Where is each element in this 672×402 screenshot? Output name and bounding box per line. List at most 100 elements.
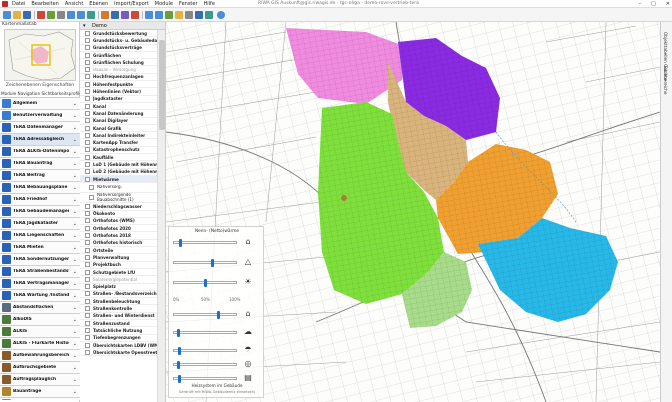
transparency-slider[interactable]	[173, 347, 237, 355]
layer-item[interactable]: Kanal	[80, 103, 158, 111]
chevron-down-icon[interactable]: ⌄	[73, 329, 77, 335]
layer-item[interactable]: Straßen- und Winterdienst	[80, 313, 158, 320]
layer-item[interactable]: Grundstücksbewertung	[80, 30, 158, 38]
layer-item[interactable]: Höhenfestpunkte	[80, 81, 158, 89]
zoom-extent-icon[interactable]	[87, 11, 95, 19]
slider-thumb[interactable]	[178, 375, 182, 383]
transparency-slider[interactable]	[173, 239, 237, 247]
module-item[interactable]: Bauantragverwaltung⌄	[0, 398, 80, 400]
layer-checkbox[interactable]	[85, 225, 90, 231]
layer-checkbox[interactable]	[85, 176, 90, 182]
save-icon[interactable]	[23, 11, 31, 19]
chevron-down-icon[interactable]: ⌄	[73, 113, 77, 119]
chevron-down-icon[interactable]: ⌄	[73, 269, 77, 275]
tab-suchbereiche[interactable]: Suchbereiche	[663, 66, 668, 94]
layer-checkbox[interactable]	[85, 132, 90, 138]
layers-icon[interactable]	[165, 11, 173, 19]
layer-item[interactable]: Kanal Datenänderung	[80, 110, 158, 118]
layer-item[interactable]: Orthofotos 2018	[80, 232, 158, 240]
layer-scrollbar-thumb[interactable]	[159, 40, 165, 130]
layer-item[interactable]: Straßenzustand	[80, 320, 158, 328]
chevron-down-icon[interactable]: ⌄	[73, 197, 77, 203]
layer-item[interactable]: Spielplatz	[80, 284, 158, 291]
settings-icon[interactable]	[185, 11, 193, 19]
module-item[interactable]: Aufbruchsgebiete ⌄	[0, 362, 80, 374]
module-item[interactable]: TERA Sondernutzungen ⌄	[0, 254, 80, 266]
export-icon[interactable]	[205, 11, 213, 19]
layer-checkbox[interactable]	[85, 240, 90, 246]
layer-checkbox[interactable]	[89, 195, 94, 201]
minimize-button[interactable]: –	[639, 0, 642, 8]
layer-checkbox[interactable]	[85, 147, 90, 153]
module-item[interactable]: TERA Mieten ⌄	[0, 242, 80, 254]
menu-datei[interactable]: Datei	[12, 1, 25, 8]
chevron-down-icon[interactable]: ⌄	[73, 185, 77, 191]
measure-icon[interactable]	[101, 11, 109, 19]
layer-checkbox[interactable]	[85, 335, 90, 341]
layer-checkbox[interactable]	[85, 262, 90, 268]
layer-item[interactable]: Hochfrequenzanlagen	[80, 74, 158, 82]
layer-item[interactable]: Nahversorgende Bauabschnitte (1)	[80, 193, 158, 204]
chevron-down-icon[interactable]: ⌄	[73, 173, 77, 179]
chevron-down-icon[interactable]: ⌄	[73, 161, 77, 167]
layer-checkbox[interactable]	[85, 349, 90, 355]
module-item[interactable]: ALKIS ⌄	[0, 326, 80, 338]
layer-item[interactable]: Grünflächen Schulung	[80, 59, 158, 67]
layer-item[interactable]: Schutzgebiete LfU	[80, 269, 158, 277]
layer-item[interactable]: Straßenbeleuchtung	[80, 298, 158, 306]
select-icon[interactable]	[111, 11, 119, 19]
transparency-slider[interactable]	[173, 311, 237, 319]
module-item[interactable]: TERA ALKIS-Datenimport ⌄	[0, 146, 80, 158]
layer-checkbox[interactable]	[85, 342, 90, 348]
layer-checkbox[interactable]	[85, 284, 90, 290]
collapse-arrow-icon[interactable]: ▾	[83, 22, 86, 30]
module-item[interactable]: TERA Datenmanager ⌄	[0, 122, 80, 134]
layer-checkbox[interactable]	[85, 313, 90, 319]
layer-item[interactable]: Planverwaltung	[80, 254, 158, 262]
layer-item[interactable]: Projektbuch	[80, 262, 158, 269]
layer-checkbox[interactable]	[85, 140, 90, 146]
layer-item[interactable]: Solarenergiepotential	[80, 276, 158, 284]
layer-item[interactable]: LoD 1 (Gebäude mit Höhenmod.)	[80, 161, 158, 169]
layer-item[interactable]: Ökokonto	[80, 211, 158, 218]
layer-item[interactable]: KartenApp Transfer	[80, 139, 158, 147]
layer-item[interactable]: Kanal Digilayer	[80, 118, 158, 125]
layer-checkbox[interactable]	[85, 327, 90, 333]
layer-checkbox[interactable]	[85, 37, 90, 43]
open-folder-icon[interactable]	[13, 11, 21, 19]
chevron-down-icon[interactable]: ⌄	[73, 221, 77, 227]
menu-module[interactable]: Module	[155, 1, 173, 8]
module-item[interactable]: Benutzerverwaltung ⌄	[0, 110, 80, 122]
chevron-down-icon[interactable]: ⌄	[73, 257, 77, 263]
module-item[interactable]: Auftragsplauglich ⌄	[0, 374, 80, 386]
layer-checkbox[interactable]	[85, 306, 90, 312]
forward-icon[interactable]	[155, 11, 163, 19]
layer-panel-header[interactable]: ▾ Demo	[80, 22, 165, 30]
help-icon[interactable]	[217, 11, 225, 19]
layer-item[interactable]: Orthofotos (WMS)	[80, 218, 158, 226]
layer-checkbox[interactable]	[85, 161, 90, 167]
menu-ansicht[interactable]: Ansicht	[65, 1, 83, 8]
chevron-down-icon[interactable]: ⌄	[73, 149, 77, 155]
delete-icon[interactable]	[131, 11, 139, 19]
layer-checkbox[interactable]	[85, 203, 90, 209]
module-item[interactable]: TERA Adressabgleich ⌄	[0, 134, 80, 146]
slider-thumb[interactable]	[177, 361, 180, 369]
layer-item[interactable]: LoD 2 (Gebäude mit Höhenmod.)	[80, 169, 158, 176]
layer-checkbox[interactable]	[85, 291, 90, 297]
layer-item[interactable]: Mietwärme	[80, 175, 158, 184]
refresh-icon[interactable]	[47, 11, 55, 19]
layer-item[interactable]: Grundstücks- u. Gebäudedaten	[80, 37, 158, 45]
layer-item[interactable]: Übersichtskarte Openstreetmap	[80, 349, 158, 357]
layer-checkbox[interactable]	[85, 269, 90, 275]
layer-checkbox[interactable]	[85, 96, 90, 102]
layer-checkbox[interactable]	[85, 211, 90, 217]
slider-thumb[interactable]	[177, 329, 180, 337]
module-item[interactable]: AlkoDIS ⌄	[0, 314, 80, 326]
zoom-in-icon[interactable]	[67, 11, 75, 19]
layer-item[interactable]: Übersichtskarten LDBV (WMS)	[80, 342, 158, 350]
layer-checkbox[interactable]	[85, 89, 90, 95]
menu-hilfe[interactable]: Hilfe	[204, 1, 215, 8]
layer-checkbox[interactable]	[85, 45, 90, 51]
layer-checkbox[interactable]	[89, 185, 94, 191]
